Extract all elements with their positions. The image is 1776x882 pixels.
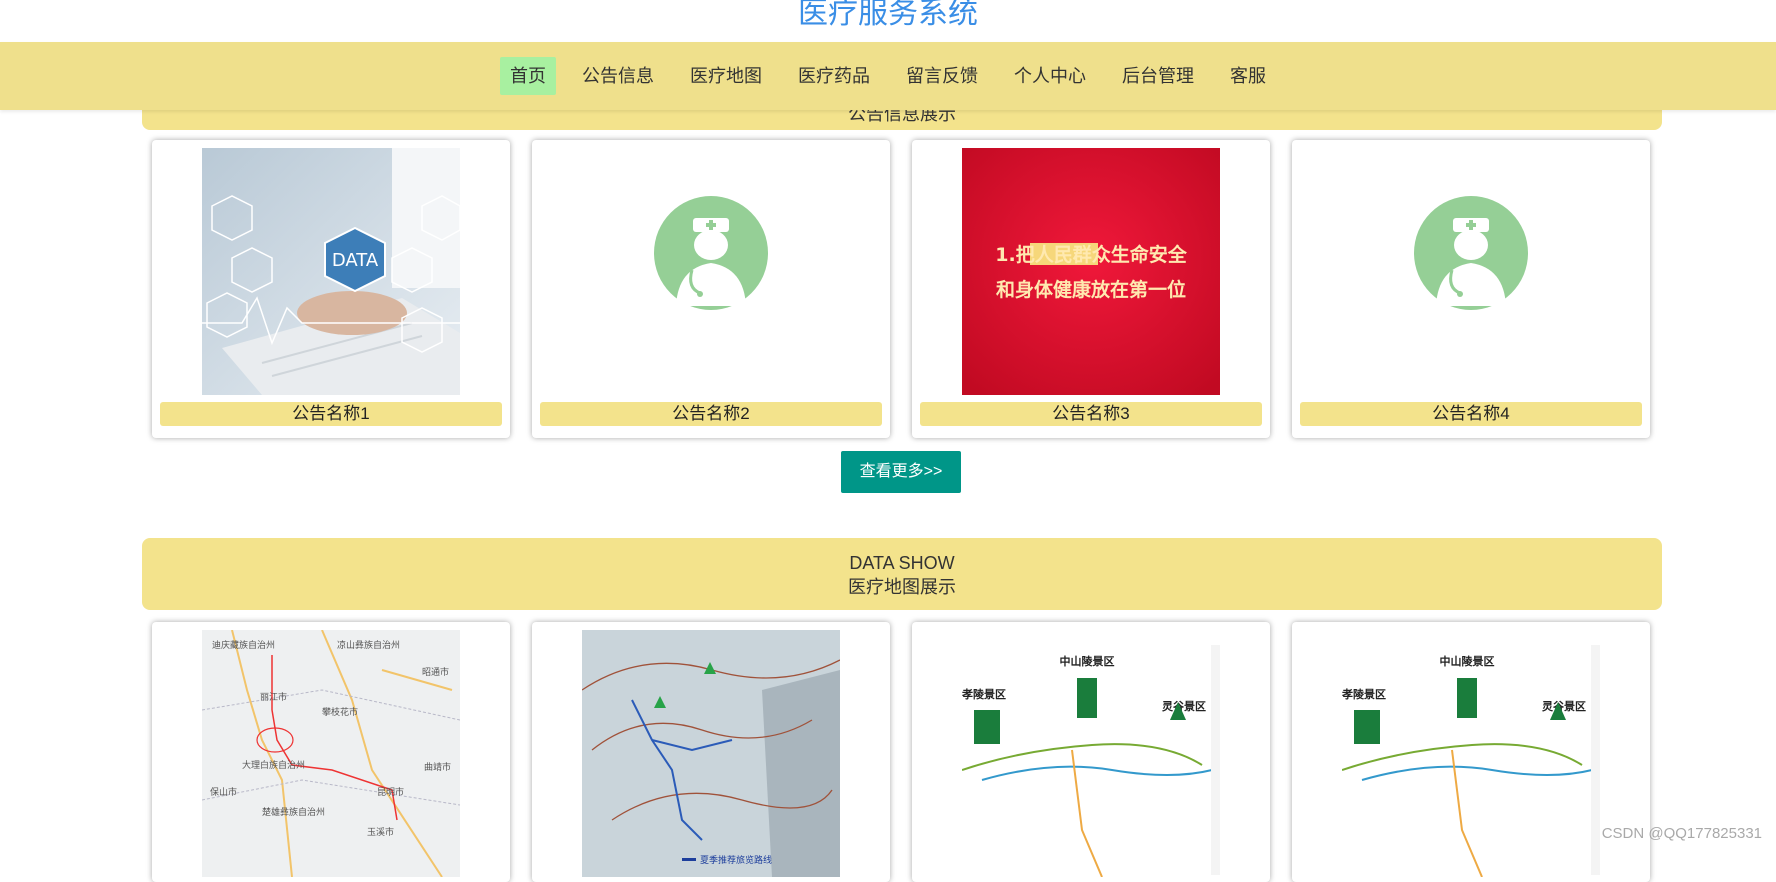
map-section-title-en: DATA SHOW: [849, 553, 955, 573]
map-label: 昆明市: [377, 786, 404, 798]
route-map-left: 孝陵景区: [1342, 687, 1386, 701]
nav-item-profile[interactable]: 个人中心: [1004, 57, 1096, 95]
notice-card[interactable]: 1.把人民群众生命安全 和身体健康放在第一位 公告名称3: [912, 140, 1270, 438]
map-card[interactable]: 迪庆藏族自治州 凉山彝族自治州 昭通市 丽江市 攀枝花市 大理白族自治州 昆明市…: [152, 622, 510, 882]
view-more-button[interactable]: 查看更多>>: [841, 451, 961, 493]
map-label: 保山市: [210, 786, 237, 798]
route-map-right: 灵谷景区: [1542, 699, 1586, 713]
trail-map-image[interactable]: 夏季推荐旅览路线: [582, 630, 840, 877]
map-label: 大理白族自治州: [242, 759, 305, 771]
red-poster-image[interactable]: 1.把人民群众生命安全 和身体健康放在第一位: [962, 148, 1220, 395]
route-map-right: 灵谷景区: [1162, 699, 1206, 713]
nav-item-medical-map[interactable]: 医疗地图: [680, 57, 772, 95]
main-navbar: 首页 公告信息 医疗地图 医疗药品 留言反馈 个人中心 后台管理 客服: [0, 42, 1776, 110]
map-label: 攀枝花市: [322, 706, 358, 718]
data-hexagon-label: DATA: [332, 250, 379, 271]
doctor-avatar-image[interactable]: [1342, 148, 1600, 395]
notice-card[interactable]: 公告名称4: [1292, 140, 1650, 438]
doctor-avatar-image[interactable]: [582, 148, 840, 395]
site-title: 医疗服务系统: [798, 0, 978, 30]
notice-card[interactable]: 公告名称2: [532, 140, 890, 438]
nav-item-admin[interactable]: 后台管理: [1112, 57, 1204, 95]
map-section-title-cn: 医疗地图展示: [848, 577, 956, 597]
trail-map-legend: 夏季推荐旅览路线: [700, 854, 772, 866]
poster-line-2: 和身体健康放在第一位: [996, 278, 1186, 301]
notice-card-title[interactable]: 公告名称4: [1300, 402, 1642, 426]
map-label: 玉溪市: [367, 826, 394, 838]
nav-item-customer-service[interactable]: 客服: [1220, 57, 1276, 95]
map-label: 凉山彝族自治州: [337, 639, 400, 651]
route-map-title: 中山陵景区: [1440, 654, 1495, 668]
route-map-title: 中山陵景区: [1060, 654, 1115, 668]
poster-line-1: 1.把人民群众生命安全: [995, 243, 1187, 266]
map-label: 丽江市: [260, 691, 287, 703]
map-label: 昭通市: [422, 666, 449, 678]
nav-item-home[interactable]: 首页: [500, 57, 556, 95]
regional-map-image[interactable]: 迪庆藏族自治州 凉山彝族自治州 昭通市 丽江市 攀枝花市 大理白族自治州 昆明市…: [202, 630, 460, 877]
notice-card-title[interactable]: 公告名称1: [160, 402, 502, 426]
scenic-route-map-image[interactable]: 中山陵景区 孝陵景区 灵谷景区: [1342, 630, 1600, 877]
notice-card-title[interactable]: 公告名称3: [920, 402, 1262, 426]
nav-item-medicines[interactable]: 医疗药品: [788, 57, 880, 95]
notice-card-list: DATA 公告名称1 公告名称2 1.把人民群众生命安全 和身体健康放在第一位 …: [152, 140, 1652, 438]
watermark: CSDN @QQ177825331: [1601, 825, 1762, 842]
nav-item-notices[interactable]: 公告信息: [572, 57, 664, 95]
route-map-left: 孝陵景区: [962, 687, 1006, 701]
notice-card[interactable]: DATA 公告名称1: [152, 140, 510, 438]
map-card[interactable]: 中山陵景区 孝陵景区 灵谷景区: [912, 622, 1270, 882]
scenic-route-map-image[interactable]: 中山陵景区 孝陵景区 灵谷景区: [962, 630, 1220, 877]
map-label: 曲靖市: [424, 761, 451, 773]
map-card[interactable]: 中山陵景区 孝陵景区 灵谷景区: [1292, 622, 1650, 882]
map-label: 楚雄彝族自治州: [262, 806, 325, 818]
notice-card-title[interactable]: 公告名称2: [540, 402, 882, 426]
map-card[interactable]: 夏季推荐旅览路线: [532, 622, 890, 882]
map-section-banner: DATA SHOW 医疗地图展示: [142, 538, 1662, 610]
nav-list: 首页 公告信息 医疗地图 医疗药品 留言反馈 个人中心 后台管理 客服: [0, 42, 1776, 110]
data-laptop-image[interactable]: DATA: [202, 148, 460, 395]
map-label: 迪庆藏族自治州: [212, 639, 275, 651]
nav-item-feedback[interactable]: 留言反馈: [896, 57, 988, 95]
map-card-list: 迪庆藏族自治州 凉山彝族自治州 昭通市 丽江市 攀枝花市 大理白族自治州 昆明市…: [152, 622, 1652, 882]
